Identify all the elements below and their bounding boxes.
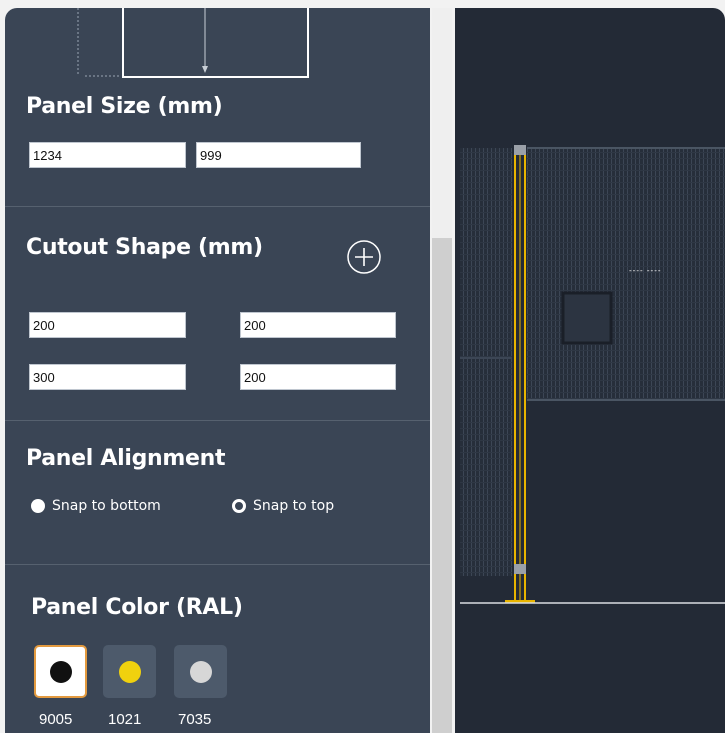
radio-unselected-icon — [232, 499, 246, 513]
dimension-label: ---- ---- — [629, 266, 662, 275]
divider — [5, 420, 430, 421]
cutout-field[interactable] — [29, 364, 186, 390]
panel-preview-drawing — [460, 145, 725, 604]
color-code-label: 9005 — [39, 711, 73, 728]
post-bracket — [514, 145, 526, 155]
panel-width-field[interactable] — [29, 142, 186, 168]
post-bracket — [514, 564, 526, 574]
snap-top-label: Snap to top — [253, 498, 335, 514]
color-swatch-9005[interactable] — [34, 645, 87, 698]
mesh-panel-left — [460, 148, 512, 576]
snap-bottom-option[interactable]: Snap to bottom — [31, 498, 161, 514]
color-dot — [189, 660, 212, 683]
snap-bottom-label: Snap to bottom — [52, 498, 161, 514]
snap-top-option[interactable]: Snap to top — [232, 498, 334, 514]
color-code-label: 1021 — [108, 711, 142, 728]
panel-height-field[interactable] — [196, 142, 361, 168]
divider — [5, 564, 430, 565]
divider — [5, 206, 430, 207]
color-code-label: 7035 — [178, 711, 212, 728]
panel-alignment-title: Panel Alignment — [26, 446, 226, 471]
radio-selected-icon — [31, 499, 45, 513]
panel-diagram — [77, 8, 309, 78]
sidebar-scrollbar[interactable] — [432, 8, 452, 733]
cutout-preview — [561, 291, 613, 345]
scrollbar-thumb[interactable] — [432, 238, 452, 733]
color-dot — [118, 660, 141, 683]
mesh-panel-right — [527, 148, 725, 400]
panel-color-title: Panel Color (RAL) — [31, 595, 243, 620]
cutout-field[interactable] — [240, 312, 396, 338]
add-cutout-icon[interactable] — [346, 239, 382, 275]
cutout-shape-title: Cutout Shape (mm) — [26, 235, 263, 260]
color-dot — [49, 660, 72, 683]
panel-size-title: Panel Size (mm) — [26, 94, 223, 119]
color-swatch-7035[interactable] — [174, 645, 227, 698]
cutout-field[interactable] — [240, 364, 396, 390]
configurator-sidebar: Panel Size (mm) Cutout Shape (mm) Panel … — [5, 8, 430, 733]
cutout-field[interactable] — [29, 312, 186, 338]
color-swatch-1021[interactable] — [103, 645, 156, 698]
panel-preview-canvas[interactable]: ---- ---- — [455, 8, 725, 733]
